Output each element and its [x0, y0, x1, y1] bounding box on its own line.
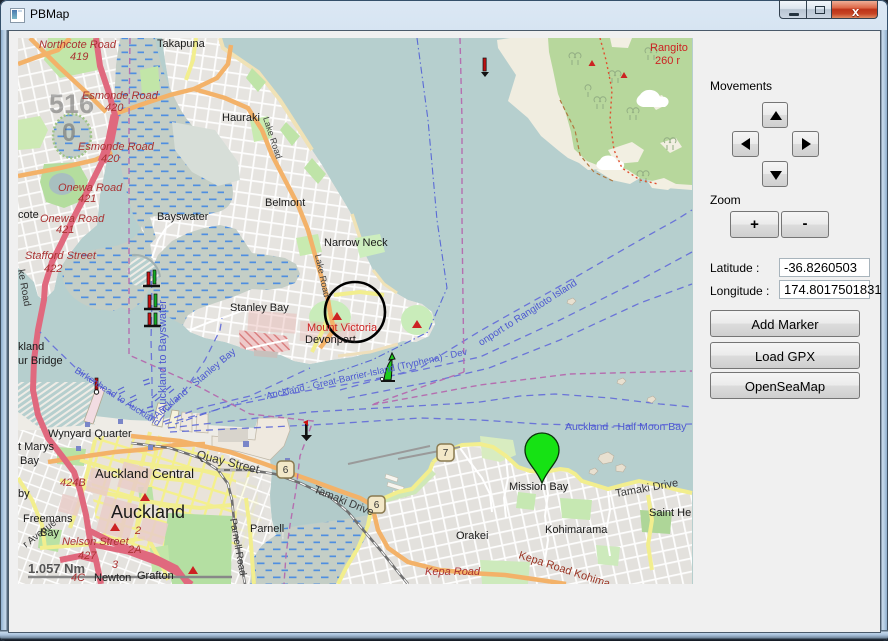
svg-text:2A: 2A: [127, 544, 141, 556]
svg-text:421: 421: [78, 193, 96, 205]
svg-text:424B: 424B: [60, 477, 86, 489]
svg-text:kland: kland: [18, 341, 44, 353]
svg-text:420: 420: [105, 102, 124, 114]
svg-text:7: 7: [443, 448, 449, 459]
svg-text:Esmonde Road: Esmonde Road: [78, 141, 155, 153]
svg-text:4C: 4C: [71, 572, 85, 584]
svg-text:6: 6: [374, 500, 380, 511]
svg-text:Auckland to Bayswater: Auckland to Bayswater: [157, 300, 169, 412]
svg-text:Stafford Street: Stafford Street: [25, 250, 97, 262]
svg-text:Northcote Road: Northcote Road: [39, 39, 117, 51]
svg-text:Bayswater: Bayswater: [157, 211, 209, 223]
svg-text:419: 419: [70, 51, 88, 63]
svg-text:6: 6: [283, 465, 289, 476]
svg-text:t Marys: t Marys: [18, 441, 55, 453]
svg-text:Nelson Street: Nelson Street: [62, 536, 130, 548]
svg-text:Hauraki: Hauraki: [222, 112, 260, 124]
svg-text:Orakei: Orakei: [456, 530, 488, 542]
svg-text:Newton: Newton: [94, 572, 131, 584]
svg-text:Belmont: Belmont: [265, 197, 305, 209]
svg-text:422: 422: [44, 263, 62, 275]
svg-text:Kepa Road: Kepa Road: [425, 566, 481, 578]
svg-text:Stanley Bay: Stanley Bay: [230, 302, 289, 314]
svg-text:Esmonde Road: Esmonde Road: [82, 90, 159, 102]
svg-text:Takapuna: Takapuna: [157, 38, 206, 50]
svg-text:Parnell: Parnell: [250, 523, 284, 535]
svg-text:Auckland Central: Auckland Central: [95, 466, 194, 481]
svg-text:Devonport: Devonport: [305, 334, 356, 346]
svg-text:420: 420: [101, 153, 120, 165]
svg-text:Mission Bay: Mission Bay: [509, 481, 569, 493]
svg-text:by: by: [18, 488, 30, 500]
svg-text:Grafton: Grafton: [137, 570, 174, 582]
svg-text:ur Bridge: ur Bridge: [18, 355, 63, 367]
svg-text:3: 3: [112, 559, 119, 571]
svg-text:Kohimarama: Kohimarama: [545, 524, 608, 536]
svg-text:Narrow Neck: Narrow Neck: [324, 237, 388, 249]
svg-text:421: 421: [56, 224, 74, 236]
svg-text:Auckland - Half Moon Bay: Auckland - Half Moon Bay: [565, 421, 687, 433]
svg-text:Rangito: Rangito: [650, 42, 688, 54]
svg-text:427: 427: [78, 550, 97, 562]
svg-text:Mount Victoria: Mount Victoria: [307, 322, 378, 334]
svg-text:260 r: 260 r: [655, 55, 680, 67]
svg-text:Auckland: Auckland: [111, 502, 185, 522]
svg-text:Bay: Bay: [20, 455, 39, 467]
svg-text:2: 2: [134, 525, 141, 537]
svg-text:0: 0: [62, 119, 76, 147]
svg-text:cote: cote: [18, 209, 39, 221]
svg-text:Saint He: Saint He: [649, 507, 691, 519]
svg-text:Wynyard Quarter: Wynyard Quarter: [48, 428, 132, 440]
